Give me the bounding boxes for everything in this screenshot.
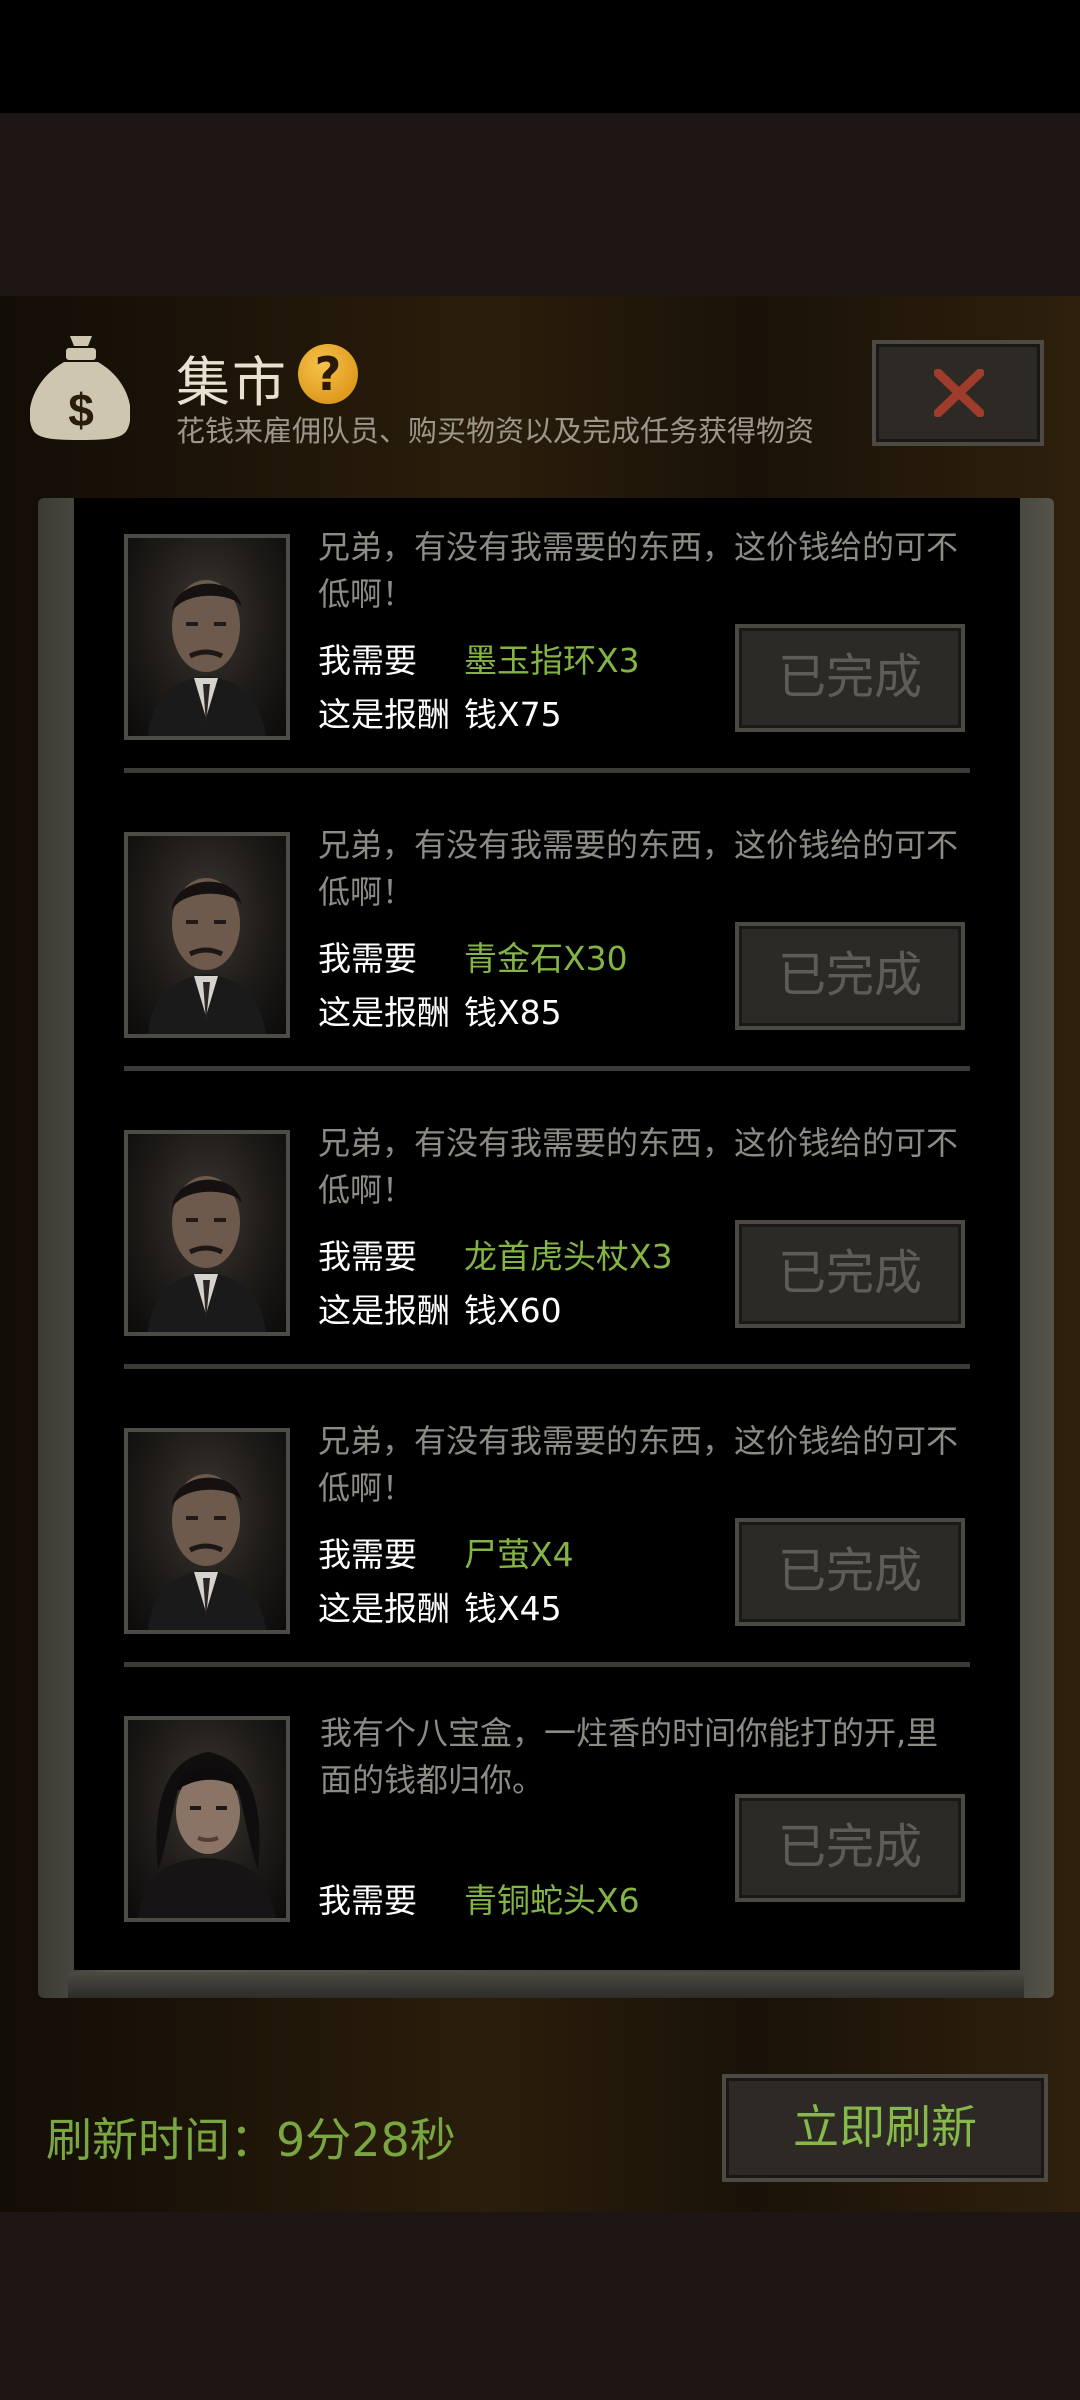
npc-speech: 兄弟，有没有我需要的东西，这价钱给的可不低啊！	[318, 1124, 959, 1209]
card-divider	[124, 1364, 970, 1369]
need-label: 我需要	[318, 1237, 417, 1276]
top-backdrop	[0, 113, 1080, 296]
reward-value: 钱X45	[464, 1589, 562, 1628]
need-label: 我需要	[318, 1535, 417, 1574]
bottom-backdrop	[0, 2212, 1080, 2400]
need-item: 青铜蛇头X6	[464, 1881, 640, 1920]
reward-label: 这是报酬	[318, 993, 450, 1032]
help-icon[interactable]: ?	[298, 344, 358, 404]
need-label: 我需要	[318, 1881, 417, 1920]
need-item: 墨玉指环X3	[464, 641, 640, 680]
card-divider	[124, 1662, 970, 1667]
npc-avatar-man	[124, 534, 290, 740]
npc-avatar-man	[124, 1428, 290, 1634]
card-divider	[124, 768, 970, 773]
refresh-timer: 刷新时间：9分28秒	[46, 2113, 456, 2167]
quest-card: 兄弟，有没有我需要的东西，这价钱给的可不低啊！ 我需要 龙首虎头杖X3 这是报酬…	[124, 1094, 970, 1364]
npc-speech: 兄弟，有没有我需要的东西，这价钱给的可不低啊！	[318, 1422, 959, 1507]
page-title: 集市	[176, 351, 288, 414]
need-item: 龙首虎头杖X3	[464, 1237, 673, 1276]
quest-card: 兄弟，有没有我需要的东西，这价钱给的可不低啊！ 我需要 墨玉指环X3 这是报酬 …	[124, 498, 970, 768]
completed-button[interactable]: 已完成	[735, 1220, 965, 1328]
card-divider	[124, 1066, 970, 1071]
reward-label: 这是报酬	[318, 1589, 450, 1628]
completed-button[interactable]: 已完成	[735, 1518, 965, 1626]
need-label: 我需要	[318, 939, 417, 978]
market-panel: $ 集市 ? 花钱来雇佣队员、购买物资以及完成任务获得物资 兄弟，有没有我需要的…	[0, 296, 1080, 2212]
npc-speech: 兄弟，有没有我需要的东西，这价钱给的可不低啊！	[318, 826, 959, 911]
npc-speech: 我有个八宝盒，一炷香的时间你能打的开,里面的钱都归你。	[320, 1714, 939, 1799]
reward-label: 这是报酬	[318, 1291, 450, 1330]
reward-value: 钱X60	[464, 1291, 562, 1330]
svg-text:$: $	[68, 384, 94, 436]
reward-value: 钱X75	[464, 695, 562, 734]
close-button[interactable]	[872, 340, 1044, 446]
npc-speech: 兄弟，有没有我需要的东西，这价钱给的可不低啊！	[318, 528, 959, 613]
completed-button[interactable]: 已完成	[735, 1794, 965, 1902]
quest-card: 兄弟，有没有我需要的东西，这价钱给的可不低啊！ 我需要 尸萤X4 这是报酬 钱X…	[124, 1392, 970, 1662]
need-label: 我需要	[318, 641, 417, 680]
completed-button[interactable]: 已完成	[735, 624, 965, 732]
quest-card: 我有个八宝盒，一炷香的时间你能打的开,里面的钱都归你。 我需要 青铜蛇头X6 已…	[124, 1684, 970, 1954]
npc-avatar-woman	[124, 1716, 290, 1922]
reward-value: 钱X85	[464, 993, 562, 1032]
completed-button[interactable]: 已完成	[735, 922, 965, 1030]
npc-avatar-man	[124, 832, 290, 1038]
close-icon	[934, 369, 984, 417]
quest-card: 兄弟，有没有我需要的东西，这价钱给的可不低啊！ 我需要 青金石X30 这是报酬 …	[124, 796, 970, 1066]
need-item: 青金石X30	[464, 939, 628, 978]
refresh-now-button[interactable]: 立即刷新	[722, 2074, 1048, 2182]
page-subtitle: 花钱来雇佣队员、购买物资以及完成任务获得物资	[176, 414, 815, 448]
need-item: 尸萤X4	[464, 1535, 574, 1574]
quest-list[interactable]: 兄弟，有没有我需要的东西，这价钱给的可不低啊！ 我需要 墨玉指环X3 这是报酬 …	[74, 498, 1020, 1970]
reward-label: 这是报酬	[318, 695, 450, 734]
npc-avatar-man	[124, 1130, 290, 1336]
money-bag-icon: $	[30, 336, 130, 440]
status-bar	[0, 0, 1080, 113]
